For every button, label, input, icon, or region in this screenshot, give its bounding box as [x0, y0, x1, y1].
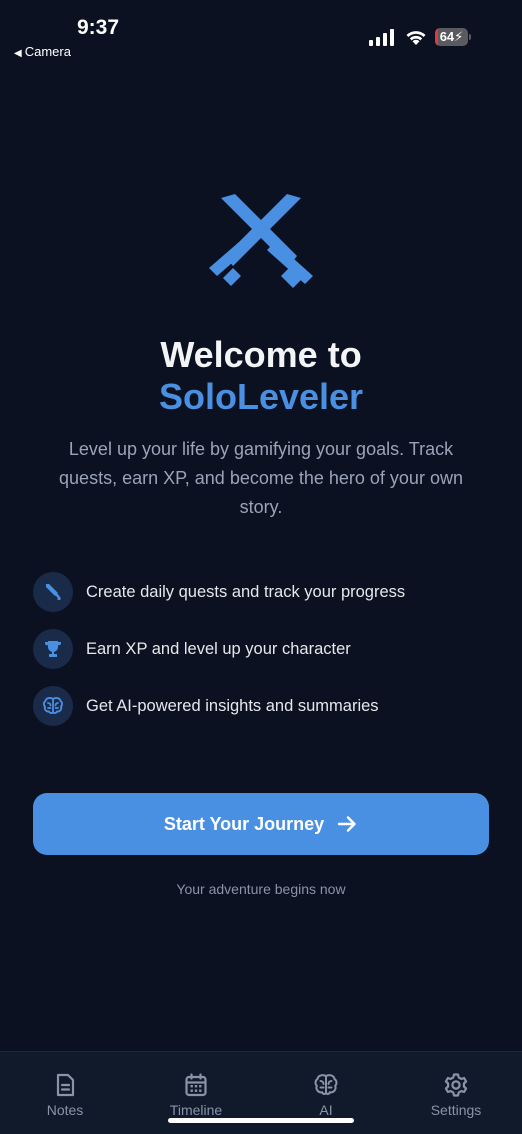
status-time: 9:37 [77, 16, 120, 39]
tab-timeline[interactable]: Timeline [146, 1072, 246, 1118]
welcome-title: Welcome to [160, 334, 362, 375]
feature-text: Get AI-powered insights and summaries [86, 696, 379, 715]
app-name-title: SoloLeveler [158, 376, 364, 417]
crossed-swords-icon [209, 194, 313, 288]
cta-tagline: Your adventure begins now [176, 881, 346, 897]
charging-bolt-icon: ⚡ [454, 29, 464, 44]
sword-icon [33, 572, 73, 612]
battery-level: 64 [439, 29, 455, 44]
tab-label: AI [319, 1102, 333, 1118]
welcome-screen: 9:37 ◀ Camera 64⚡ Welcome to SoloLeveler… [0, 0, 522, 1134]
wifi-icon [406, 31, 426, 45]
arrow-right-icon [336, 814, 358, 834]
trophy-icon [33, 629, 73, 669]
feature-item-xp: Earn XP and level up your character [33, 629, 351, 669]
gear-icon [444, 1073, 468, 1097]
tab-notes[interactable]: Notes [15, 1072, 115, 1118]
calendar-icon [185, 1073, 207, 1097]
feature-text: Earn XP and level up your character [86, 639, 351, 658]
feature-item-quests: Create daily quests and track your progr… [33, 572, 405, 612]
tab-label: Timeline [169, 1102, 223, 1118]
tab-label: Settings [430, 1102, 482, 1118]
tab-settings[interactable]: Settings [406, 1072, 506, 1118]
cellular-signal-icon [369, 28, 397, 46]
back-label: Camera [24, 44, 71, 59]
home-indicator[interactable] [168, 1118, 354, 1123]
feature-text: Create daily quests and track your progr… [86, 582, 406, 601]
tab-label: Notes [46, 1102, 84, 1118]
feature-item-ai: Get AI-powered insights and summaries [33, 686, 379, 726]
battery-nub [469, 34, 471, 40]
note-icon [56, 1073, 75, 1097]
brain-icon [33, 686, 73, 726]
welcome-description: Level up your life by gamifying your goa… [59, 439, 463, 517]
back-to-camera-link[interactable]: ◀ Camera [14, 44, 71, 59]
tab-ai[interactable]: AI [276, 1072, 376, 1118]
battery-icon: 64⚡ [435, 28, 468, 46]
start-journey-button[interactable]: Start Your Journey [33, 793, 489, 855]
back-arrow-icon: ◀ [14, 48, 22, 59]
start-journey-label: Start Your Journey [163, 813, 325, 834]
brain-icon [314, 1074, 338, 1095]
